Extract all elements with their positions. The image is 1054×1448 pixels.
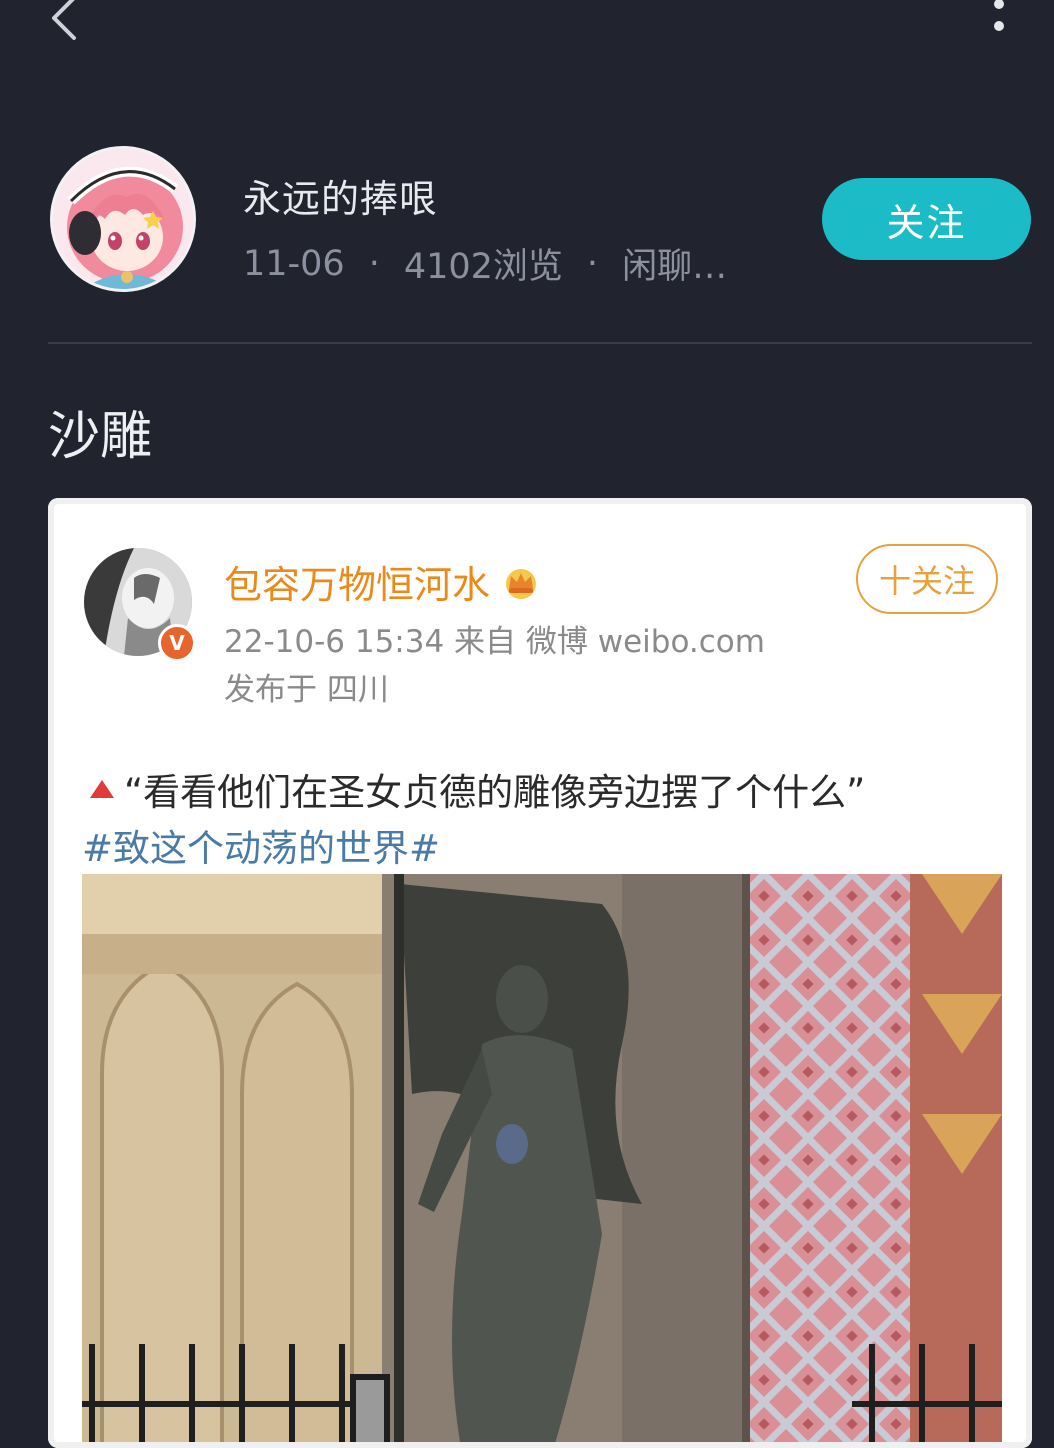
author-name[interactable]: 永远的捧哏 [243,168,438,223]
chevron-left-icon[interactable] [44,0,84,44]
verified-badge-icon: V [158,624,196,662]
post-meta: 11-06 · 4102浏览 · 闲聊… [243,238,727,289]
weibo-meta: 22-10-6 15:34 来自 微博 weibo.com [224,624,765,660]
post-title: 沙雕 [48,407,153,467]
follow-button[interactable]: 关注 [822,178,1031,260]
view-count: 4102浏览 [403,247,563,287]
weibo-text-content: “看看他们在圣女贞德的雕像旁边摆了个什么” [124,771,866,814]
avatar[interactable] [50,146,196,292]
meta-separator: · [368,243,380,284]
post-category[interactable]: 闲聊… [622,238,727,289]
post-date: 11-06 [243,243,345,284]
weibo-hashtag: #致这个动荡的世界# [82,827,441,870]
statue-photo [82,874,1002,1448]
weibo-user-name-text: 包容万物恒河水 [224,563,491,607]
crown-icon [506,568,537,599]
weibo-location: 发布于 四川 [224,672,389,708]
statue-photo-image [82,874,1002,1448]
weibo-follow-button: 十关注 [856,544,998,614]
vertical-ellipsis-icon[interactable] [984,0,1014,36]
divider [48,342,1032,344]
weibo-text: “看看他们在圣女贞德的雕像旁边摆了个什么” [88,762,865,816]
meta-separator: · [586,243,599,284]
embedded-screenshot-card[interactable]: V 包容万物恒河水 十关注 22-10-6 15:34 来自 微博 weibo.… [48,498,1032,1448]
red-triangle-icon [90,780,114,798]
weibo-user-name: 包容万物恒河水 [224,554,542,609]
anime-avatar-image [53,149,193,289]
